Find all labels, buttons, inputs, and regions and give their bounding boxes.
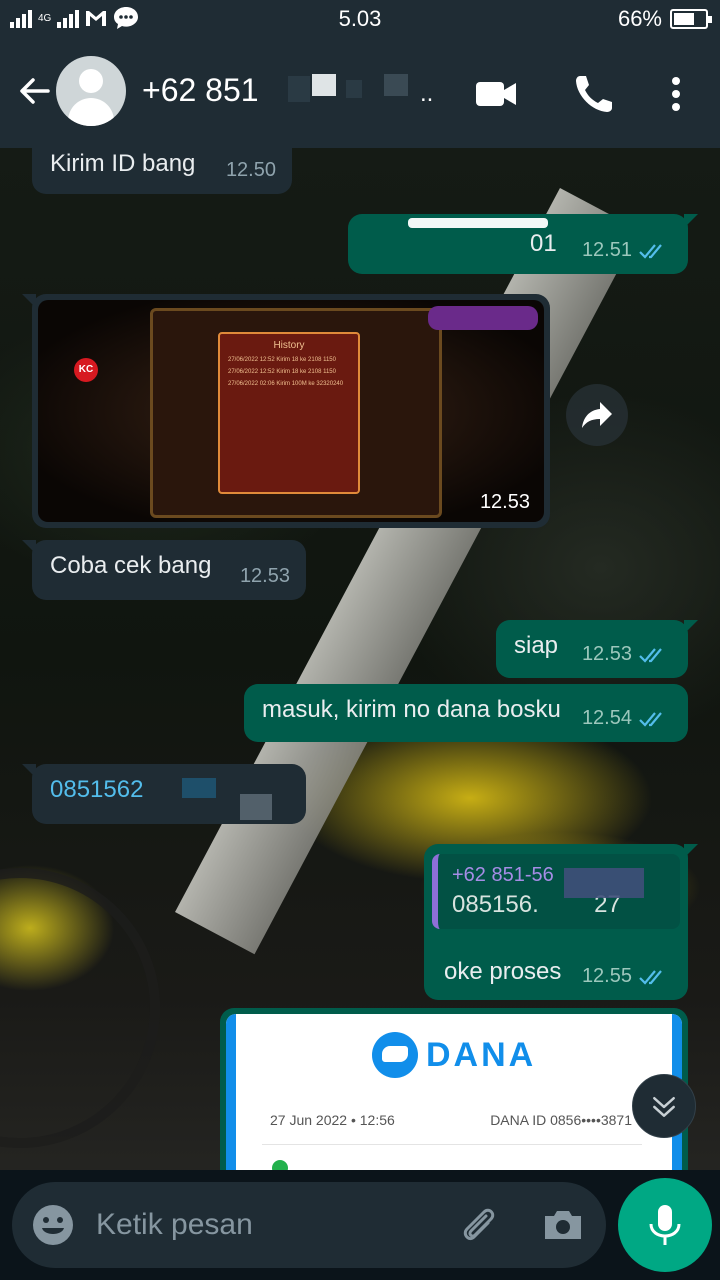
contact-number: +62 851 [142, 72, 259, 108]
battery-fill [674, 13, 694, 25]
mic-icon [649, 1205, 681, 1245]
image-message[interactable]: History 27/06/2022 12:52 Kirim 18 ke 210… [22, 294, 550, 528]
message-time: 12.53 [479, 491, 530, 513]
message-text: Coba cek bang [50, 552, 212, 579]
history-row: 27/06/2022 12:52 Kirim 18 ke 2108 1150 [228, 369, 336, 375]
share-icon[interactable] [566, 384, 628, 446]
redaction-block [288, 76, 310, 102]
redaction-block [564, 868, 644, 898]
dana-logo-icon [372, 1032, 418, 1078]
message-incoming[interactable]: Kirim ID bang 12.50 [32, 148, 292, 194]
message-outgoing[interactable]: masuk, kirim no dana bosku 12.54 [244, 684, 688, 742]
status-icons-right: 66% [617, 6, 712, 32]
message-incoming[interactable]: 0851562 [22, 764, 306, 824]
avatar[interactable] [56, 56, 126, 126]
message-time: 12.50 [225, 159, 276, 181]
composer-bar [0, 1170, 720, 1280]
message-incoming[interactable]: Coba cek bang 12.53 [22, 540, 306, 600]
history-row: 27/06/2022 02:06 Kirim 100M ke 32320240 [228, 381, 344, 387]
kc-badge: KC [74, 358, 98, 382]
message-input-container[interactable] [12, 1182, 606, 1268]
image-message[interactable]: DANA 27 Jun 2022 • 12:56 DANA ID 0856•••… [220, 1008, 688, 1170]
read-ticks-icon [639, 970, 662, 985]
message-outgoing[interactable]: +62 851-56 085156. 27 oke proses 12.55 [424, 844, 698, 1000]
read-ticks-icon [639, 712, 662, 727]
quoted-text-start: 085156. [452, 891, 539, 918]
message-time: 12.54 [581, 707, 632, 729]
message-time: 12.51 [581, 239, 632, 261]
redaction-block [384, 74, 408, 96]
emoji-icon[interactable] [30, 1202, 76, 1248]
receipt-date: 27 Jun 2022 • 12:56 [270, 1112, 395, 1128]
read-ticks-icon [639, 244, 662, 259]
battery-icon [670, 9, 712, 29]
status-bar: 4G 5.03 66% [0, 0, 720, 36]
redaction-block [408, 218, 548, 228]
redaction-block [182, 778, 216, 798]
redaction-block [240, 794, 272, 820]
history-row: 27/06/2022 12:52 Kirim 18 ke 2108 1150 [228, 357, 336, 363]
clock: 5.03 [338, 6, 382, 31]
message-outgoing[interactable]: 01 12.51 [348, 214, 698, 274]
history-panel: History 27/06/2022 12:52 Kirim 18 ke 210… [218, 332, 360, 494]
message-time: 12.55 [581, 965, 632, 987]
quoted-reply[interactable]: +62 851-56 085156. 27 [432, 854, 680, 929]
dana-wordmark: DANA [426, 1035, 537, 1074]
redaction-block [346, 80, 362, 98]
game-screenshot[interactable]: History 27/06/2022 12:52 Kirim 18 ke 210… [38, 300, 544, 522]
back-arrow-icon[interactable] [14, 72, 54, 112]
read-ticks-icon [639, 648, 662, 663]
message-input[interactable] [96, 1202, 436, 1248]
contact-ellipsis: .. [420, 80, 434, 107]
success-icon [272, 1160, 288, 1170]
message-time: 12.53 [239, 565, 290, 587]
chat-area[interactable]: Kirim ID bang 12.50 01 12.51 History 27/… [0, 148, 720, 1170]
message-text: 01 [528, 230, 557, 257]
redaction-block [312, 74, 336, 96]
battery-percent: 66% [617, 6, 662, 31]
message-time: 12.53 [581, 643, 632, 665]
phone-link[interactable]: 0851562 [50, 776, 143, 803]
history-title: History [273, 340, 305, 351]
dana-logo: DANA [372, 1032, 536, 1078]
receipt-dana-id: DANA ID 0856••••3871 [490, 1112, 632, 1128]
more-vert-icon[interactable] [654, 72, 698, 116]
mic-button[interactable] [618, 1178, 712, 1272]
message-text: oke proses [444, 958, 562, 985]
phone-icon[interactable] [572, 72, 616, 116]
message-text: Kirim ID bang [50, 150, 196, 177]
message-text: masuk, kirim no dana bosku [262, 696, 561, 723]
scroll-down-icon[interactable] [632, 1074, 696, 1138]
video-call-icon[interactable] [474, 72, 518, 116]
game-banner [428, 306, 538, 330]
dana-receipt[interactable]: DANA 27 Jun 2022 • 12:56 DANA ID 0856•••… [226, 1014, 682, 1170]
message-outgoing[interactable]: siap 12.53 [496, 620, 698, 678]
message-text: siap [514, 632, 559, 659]
attach-icon[interactable] [456, 1202, 502, 1248]
camera-icon[interactable] [540, 1202, 586, 1248]
chat-header: +62 851 .. [0, 36, 720, 148]
